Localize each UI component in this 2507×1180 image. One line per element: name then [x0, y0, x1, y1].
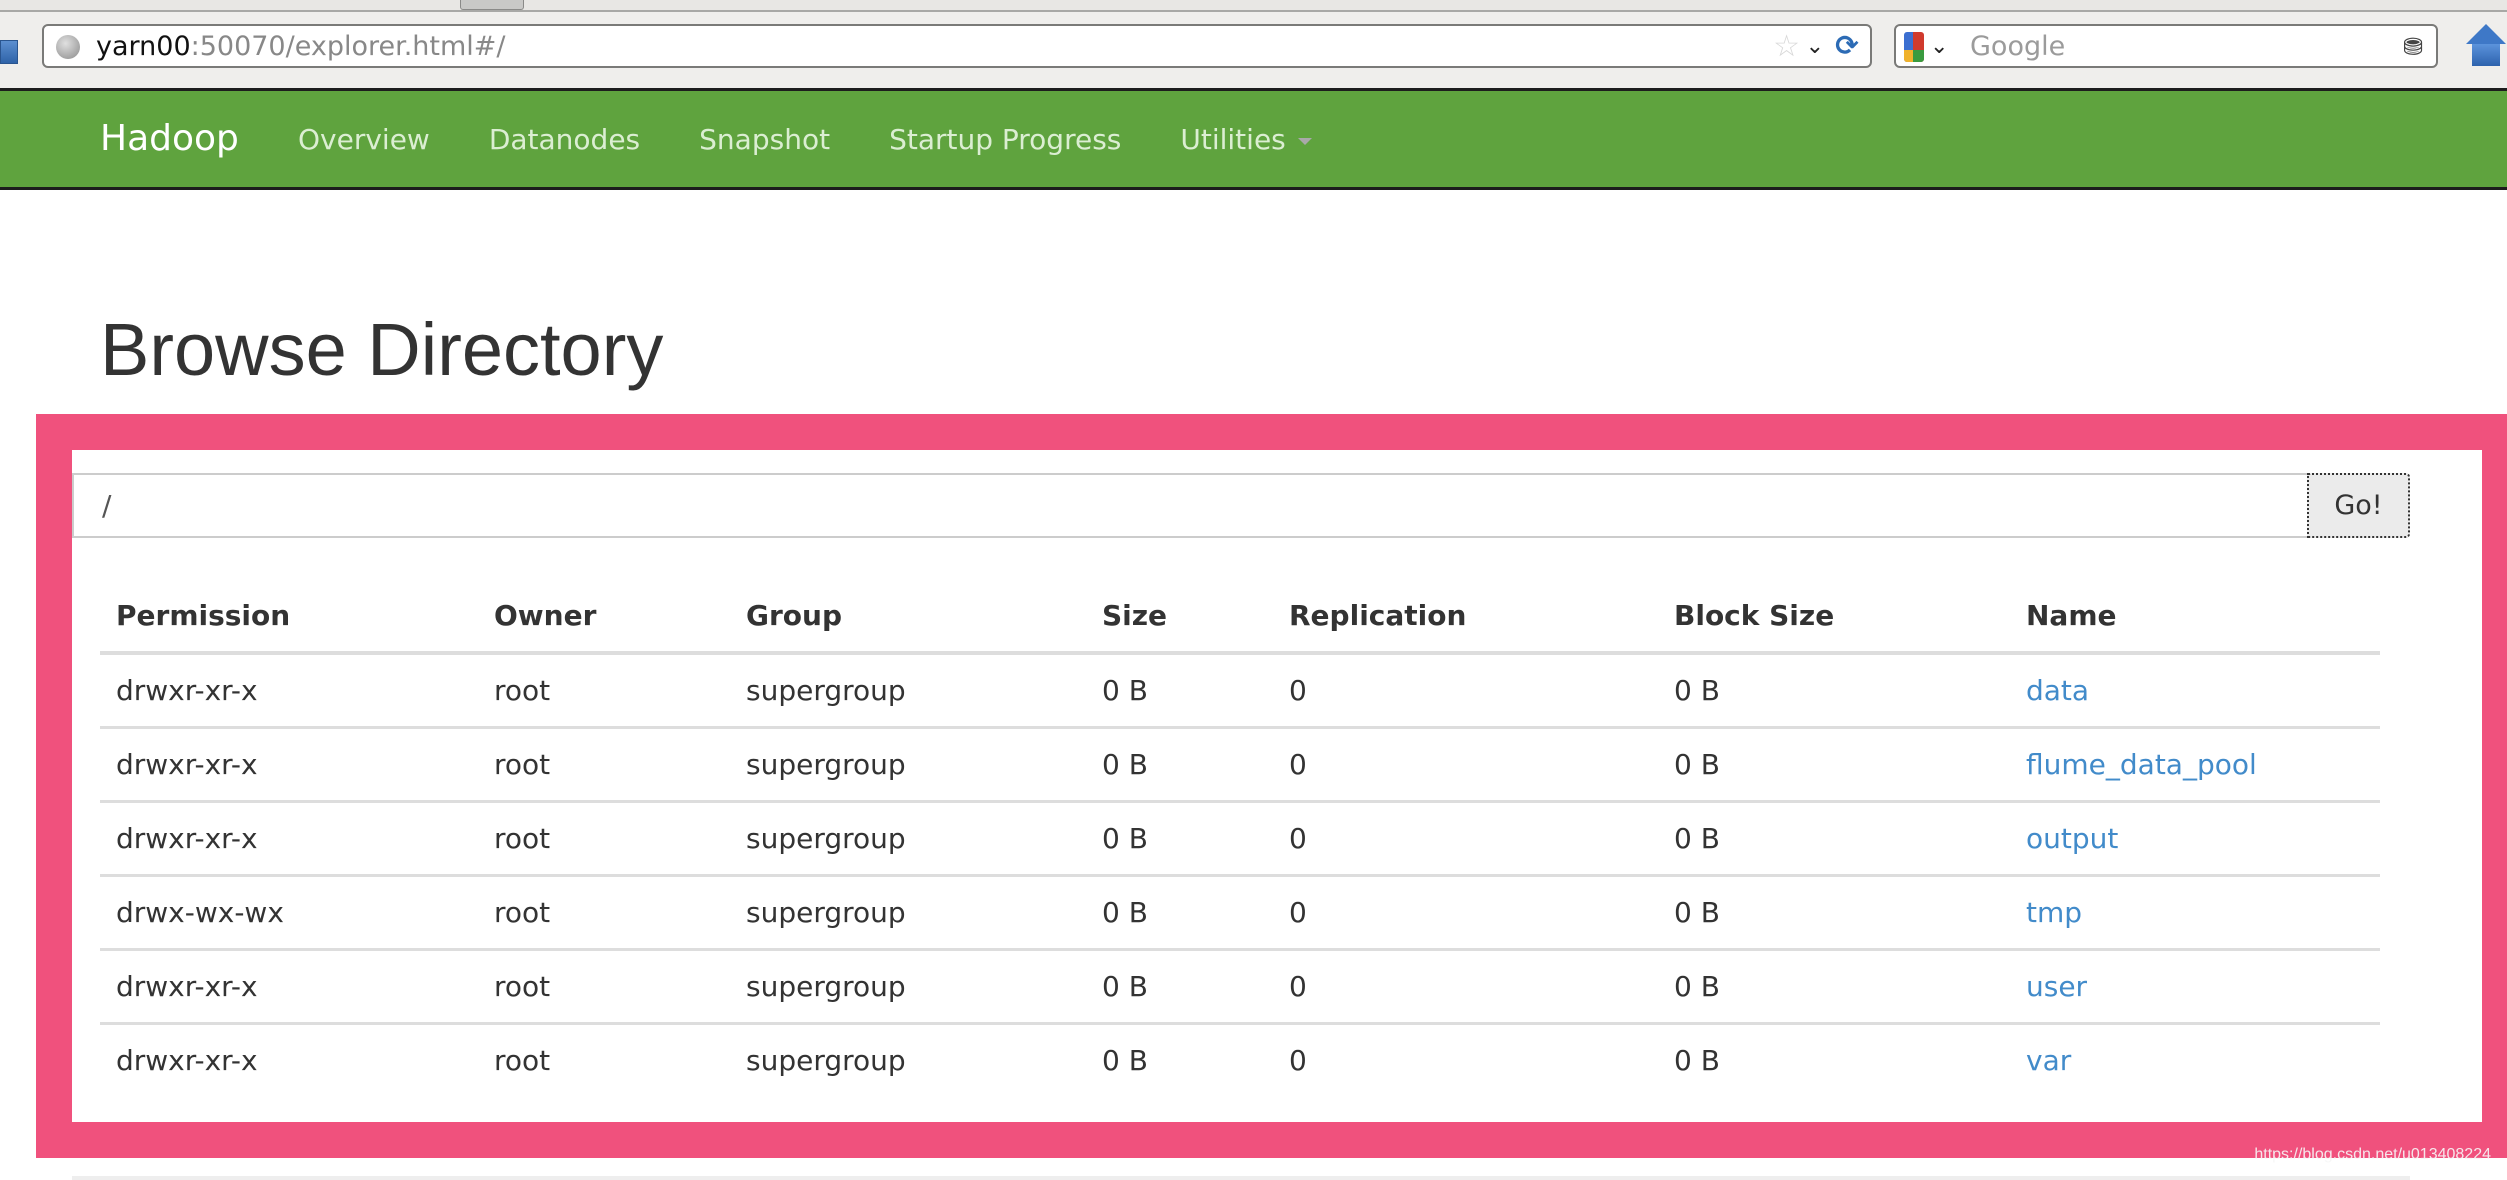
cell-permission: drwxr-xr-x [116, 674, 258, 707]
cell-permission: drwxr-xr-x [100, 800, 478, 876]
nav-utilities[interactable]: Utilities [1180, 121, 1341, 159]
globe-icon [56, 35, 80, 59]
table-header-row: Permission Owner Group Size Replication … [100, 580, 2380, 655]
cell-name: data [2010, 653, 2380, 728]
url-path: :50070/explorer.html#/ [190, 31, 506, 62]
table-row: drwxr-xr-x root supergroup 0 B 0 0 B flu… [100, 726, 2380, 802]
cell-owner: root [494, 674, 551, 707]
cell-name: user [2010, 948, 2380, 1024]
home-icon[interactable] [2466, 24, 2506, 66]
column-header-owner[interactable]: Owner [478, 580, 730, 655]
directory-link[interactable]: user [2026, 970, 2087, 1003]
cell-replication: 0 [1273, 726, 1658, 802]
cell-block-size: 0 B [1658, 948, 2010, 1024]
nav-links: Overview Datanodes Snapshot Startup Prog… [298, 121, 1371, 159]
cell-name: flume_data_pool [2010, 726, 2380, 802]
cell-permission: drwx-wx-wx [100, 874, 478, 950]
directory-link[interactable]: tmp [2026, 896, 2082, 929]
nav-utilities-label: Utilities [1180, 123, 1286, 156]
cell-group: supergroup [746, 674, 906, 707]
google-icon[interactable] [1904, 32, 1924, 62]
cell-permission: drwxr-xr-x [100, 948, 478, 1024]
table-row: drwxr-xr-x root supergroup 0 B 0 0 B out… [100, 800, 2380, 876]
cell-block-size: 0 B [1658, 726, 2010, 802]
cell-replication: 0 [1273, 800, 1658, 876]
cell-block-size: 0 B [1674, 674, 1720, 707]
search-placeholder: Google [1970, 31, 2066, 62]
cell-name: tmp [2010, 874, 2380, 950]
cell-group: supergroup [730, 800, 1086, 876]
column-header-group[interactable]: Group [730, 580, 1086, 655]
cell-size: 0 B [1086, 726, 1273, 802]
cell-name: output [2010, 800, 2380, 876]
table-row: drwxr-xr-x root supergroup 0 B 0 0 B dat… [100, 653, 2380, 728]
directory-table: Permission Owner Group Size Replication … [100, 580, 2380, 1096]
directory-link[interactable]: data [2026, 674, 2089, 707]
search-bar[interactable]: ⌄ Google ⛃ [1894, 24, 2438, 68]
cell-size: 0 B [1102, 674, 1148, 707]
cell-size: 0 B [1086, 1022, 1273, 1096]
cell-replication: 0 [1273, 948, 1658, 1024]
cell-permission: drwxr-xr-x [100, 726, 478, 802]
cell-group: supergroup [730, 874, 1086, 950]
cell-owner: root [478, 874, 730, 950]
cell-block-size: 0 B [1658, 800, 2010, 876]
binoculars-icon[interactable]: ⛃ [2398, 34, 2428, 60]
cell-group: supergroup [730, 948, 1086, 1024]
table-row: drwx-wx-wx root supergroup 0 B 0 0 B tmp [100, 874, 2380, 950]
column-header-block-size[interactable]: Block Size [1658, 580, 2010, 655]
star-icon[interactable]: ☆ [1773, 30, 1800, 64]
url-text[interactable]: yarn00:50070/explorer.html#/ [96, 32, 506, 62]
cell-size: 0 B [1086, 800, 1273, 876]
chevron-down-icon[interactable]: ⌄ [1806, 32, 1824, 62]
cell-group: supergroup [730, 726, 1086, 802]
directory-link[interactable]: var [2026, 1044, 2071, 1077]
cell-owner: root [478, 726, 730, 802]
address-bar[interactable]: yarn00:50070/explorer.html#/ ☆ ⌄ ⟳ [42, 24, 1872, 68]
caret-down-icon [1297, 137, 1312, 145]
cell-replication: 0 [1289, 674, 1307, 707]
browser-toolbar: yarn00:50070/explorer.html#/ ☆ ⌄ ⟳ ⌄ Goo… [0, 0, 2507, 89]
url-host: yarn00 [96, 31, 191, 62]
cell-permission: drwxr-xr-x [100, 1022, 478, 1096]
reload-icon[interactable]: ⟳ [1832, 30, 1862, 62]
column-header-replication[interactable]: Replication [1273, 580, 1658, 655]
column-header-permission[interactable]: Permission [100, 580, 478, 655]
directory-link[interactable]: flume_data_pool [2026, 748, 2257, 781]
table-row: drwxr-xr-x root supergroup 0 B 0 0 B use… [100, 948, 2380, 1024]
cell-group: supergroup [730, 1022, 1086, 1096]
table-row: drwxr-xr-x root supergroup 0 B 0 0 B var [100, 1022, 2380, 1096]
cell-owner: root [478, 1022, 730, 1096]
cell-block-size: 0 B [1658, 1022, 2010, 1096]
cell-owner: root [478, 800, 730, 876]
nav-overview[interactable]: Overview [298, 121, 460, 159]
page-title: Browse Directory [100, 308, 664, 391]
footer-divider [72, 1176, 2410, 1180]
chevron-down-icon[interactable]: ⌄ [1930, 32, 1948, 62]
path-input[interactable] [72, 473, 2307, 538]
column-header-name[interactable]: Name [2010, 580, 2380, 655]
cell-owner: root [478, 948, 730, 1024]
go-button[interactable]: Go! [2307, 473, 2410, 538]
nav-datanodes[interactable]: Datanodes [489, 121, 670, 159]
nav-snapshot[interactable]: Snapshot [699, 121, 860, 159]
watermark: https://blog.csdn.net/u013408224 [2254, 1146, 2491, 1163]
cell-replication: 0 [1273, 874, 1658, 950]
cell-size: 0 B [1086, 948, 1273, 1024]
cell-replication: 0 [1273, 1022, 1658, 1096]
directory-link[interactable]: output [2026, 822, 2118, 855]
cell-block-size: 0 B [1658, 874, 2010, 950]
brand-link[interactable]: Hadoop [100, 117, 239, 161]
column-header-size[interactable]: Size [1086, 580, 1273, 655]
nav-startup-progress[interactable]: Startup Progress [889, 121, 1151, 159]
navbar: Hadoop Overview Datanodes Snapshot Start… [0, 88, 2507, 190]
cell-size: 0 B [1086, 874, 1273, 950]
cell-name: var [2010, 1022, 2380, 1096]
sidebar-toggle-icon[interactable] [0, 40, 18, 64]
tab-strip [0, 0, 2507, 12]
browser-tab[interactable] [460, 0, 524, 10]
